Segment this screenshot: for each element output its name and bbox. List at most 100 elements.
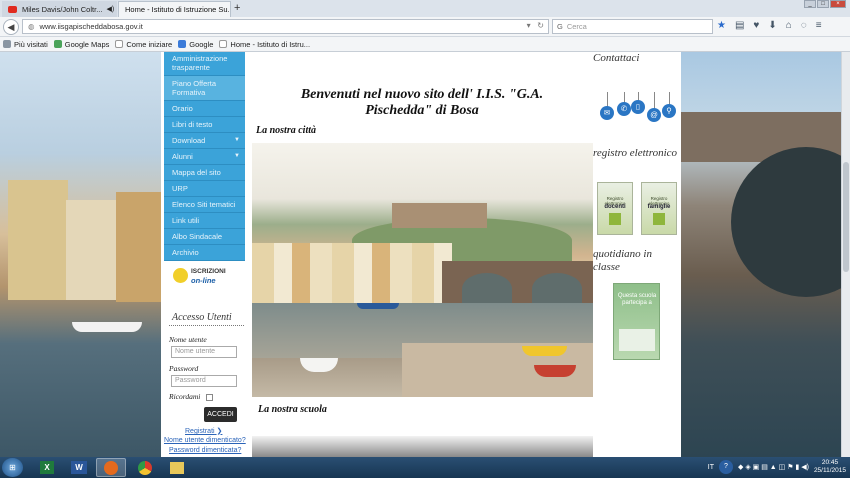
language-indicator[interactable]: IT — [708, 464, 714, 471]
phone-icon[interactable]: ✆ — [617, 102, 631, 116]
new-tab-button[interactable]: + — [234, 2, 240, 14]
registro-docenti-button[interactable]: Registro elettronico docenti — [597, 182, 633, 235]
menu-item-urp[interactable]: URP — [164, 181, 245, 197]
page-icon — [219, 40, 228, 48]
menu-item-archivio[interactable]: Archivio — [164, 245, 245, 261]
excel-taskbar-icon[interactable]: X — [32, 458, 62, 477]
remember-checkbox[interactable] — [206, 394, 213, 401]
url-text: www.iisgapischeddabosa.gov.it — [39, 22, 143, 31]
iscrizioni-title: ISCRIZIONI — [191, 268, 226, 275]
registro-icon — [653, 213, 665, 225]
remember-label: Ricordami — [169, 392, 201, 401]
youtube-icon — [8, 5, 17, 13]
toolbar-icons: ★ ▤ ♥ ⬇ ⌂ ◌ ≡ — [717, 20, 822, 31]
download-icon[interactable]: ⬇ — [768, 20, 776, 31]
chat-icon[interactable]: ◌ — [801, 20, 807, 31]
login-divider — [169, 325, 244, 326]
menu-item-amministrazione[interactable]: Amministrazione trasparente — [164, 52, 245, 76]
minimize-button[interactable]: _ — [804, 0, 816, 8]
registro-title: registro elettronico — [593, 147, 678, 159]
maps-icon — [53, 40, 62, 48]
tab-home-istituto[interactable]: Home - Istituto di Istruzione Su... × — [118, 1, 231, 17]
login-title: Accesso Utenti — [172, 312, 232, 323]
password-field[interactable]: Password — [171, 375, 237, 387]
search-input[interactable]: G Cerca — [552, 19, 713, 34]
username-label: Nome utente — [169, 335, 207, 344]
at-icon[interactable]: @ — [647, 108, 661, 122]
forgot-password-link[interactable]: Password dimenticata? — [169, 447, 241, 454]
bookmark-home-istituto[interactable]: Home - Istituto di Istru... — [219, 40, 310, 49]
bookmark-star-icon[interactable]: ★ — [717, 20, 726, 31]
registro-famiglie-button[interactable]: Registro elettronico famiglie — [641, 182, 677, 235]
login-button[interactable]: ACCEDI — [204, 407, 237, 422]
registro-icon — [609, 213, 621, 225]
menu-item-download[interactable]: Download ▼ — [164, 133, 245, 149]
menu-item-libri-di-testo[interactable]: Libri di testo — [164, 117, 245, 133]
word-taskbar-icon[interactable]: W — [64, 458, 94, 477]
section-school-title: La nostra scuola — [258, 404, 327, 415]
scrollbar-thumb[interactable] — [843, 162, 849, 272]
back-button[interactable]: ◀ — [3, 19, 19, 35]
bookmark-come-iniziare[interactable]: Come iniziare — [115, 40, 172, 49]
clock[interactable]: 20:45 25/11/2015 — [814, 459, 846, 475]
right-column: Contattaci ✉ ✆ ▯ @ ⚲ registro elettronic… — [593, 52, 681, 457]
browser-tab-bar: Miles Davis/John Coltr... ◀) × Home - Is… — [0, 0, 850, 17]
window-controls: _ □ × — [804, 0, 846, 8]
menu-item-albo-sindacale[interactable]: Albo Sindacale — [164, 229, 245, 245]
windows-taskbar: ⊞ X W IT ? ◆ ◈ ▣ ▤ ▲ ◫ ⚑ ▮ ◀) 20:45 25/1… — [0, 457, 850, 478]
location-pin-icon[interactable]: ⚲ — [662, 104, 676, 118]
menu-item-pof[interactable]: Piano Offerta Formativa — [164, 76, 245, 101]
page-viewport: Amministrazione trasparente Piano Offert… — [0, 52, 850, 457]
bookmark-google-maps[interactable]: Google Maps — [53, 40, 109, 49]
reload-icon[interactable]: ▾ ↻ — [527, 21, 544, 30]
bookmarks-list-icon[interactable]: ▤ — [735, 20, 744, 31]
search-placeholder: Cerca — [566, 22, 587, 31]
menu-item-mappa-del-sito[interactable]: Mappa del sito — [164, 165, 245, 181]
page-title: Benvenuti nel nuovo sito dell' I.I.S. "G… — [300, 87, 544, 118]
iscrizioni-subtitle: on-line — [191, 276, 216, 285]
tray-icons[interactable]: ◆ ◈ ▣ ▤ ▲ ◫ ⚑ ▮ ◀) — [738, 463, 809, 471]
username-field[interactable]: Nome utente — [171, 346, 237, 358]
tab-miles-davis[interactable]: Miles Davis/John Coltr... ◀) × — [2, 1, 117, 17]
iscrizioni-online-banner[interactable]: ISCRIZIONI on-line — [173, 266, 233, 288]
chevron-down-icon: ▼ — [234, 137, 240, 143]
register-link[interactable]: Registrati ❯ — [185, 427, 222, 435]
system-tray: IT ? ◆ ◈ ▣ ▤ ▲ ◫ ⚑ ▮ ◀) 20:45 25/11/2015 — [708, 459, 846, 475]
navigation-bar: ◀ ◍ www.iisgapischeddabosa.gov.it ▾ ↻ G … — [0, 17, 850, 37]
help-icon[interactable]: ? — [719, 460, 733, 474]
background-photo-left — [0, 52, 161, 457]
explorer-taskbar-icon[interactable] — [162, 458, 192, 477]
address-bar[interactable]: ◍ www.iisgapischeddabosa.gov.it ▾ ↻ — [22, 19, 549, 34]
password-label: Password — [169, 364, 199, 373]
bookmark-google[interactable]: Google — [178, 40, 213, 49]
bookmark-piu-visitati[interactable]: Più visitati — [3, 40, 48, 49]
background-photo-right — [681, 52, 850, 457]
speaker-icon[interactable]: ◀) — [106, 5, 114, 13]
sidebar: Amministrazione trasparente Piano Offert… — [161, 52, 246, 457]
start-button[interactable]: ⊞ — [2, 458, 23, 477]
maximize-button[interactable]: □ — [817, 0, 829, 8]
menu-icon[interactable]: ≡ — [816, 20, 822, 31]
firefox-taskbar-icon[interactable] — [96, 458, 126, 477]
quotidiano-title: quotidiano in classe — [593, 248, 652, 273]
close-window-button[interactable]: × — [830, 0, 846, 8]
menu-item-siti-tematici[interactable]: Elenco Siti tematici — [164, 197, 245, 213]
google-search-icon: G — [557, 22, 563, 31]
home-icon[interactable]: ⌂ — [786, 20, 792, 31]
page-scrollbar[interactable] — [841, 52, 850, 457]
menu-item-orario[interactable]: Orario — [164, 101, 245, 117]
menu-item-alunni[interactable]: Alunni ▼ — [164, 149, 245, 165]
tab-label: Miles Davis/John Coltr... — [22, 4, 103, 14]
chrome-taskbar-icon[interactable] — [130, 458, 160, 477]
menu-item-link-utili[interactable]: Link utili — [164, 213, 245, 229]
school-photo — [252, 436, 593, 457]
pocket-icon[interactable]: ♥ — [753, 20, 759, 31]
envelope-icon[interactable]: ✉ — [600, 106, 614, 120]
mobile-icon[interactable]: ▯ — [631, 100, 645, 114]
tab-label: Home - Istituto di Istruzione Su... — [125, 5, 231, 14]
site-container: Amministrazione trasparente Piano Offert… — [161, 52, 681, 457]
chevron-down-icon: ▼ — [234, 153, 240, 159]
iscrizioni-logo-icon — [173, 268, 188, 283]
quotidiano-banner[interactable]: Questa scuola partecipa a — [613, 283, 660, 360]
forgot-username-link[interactable]: Nome utente dimenticato? — [164, 437, 246, 444]
